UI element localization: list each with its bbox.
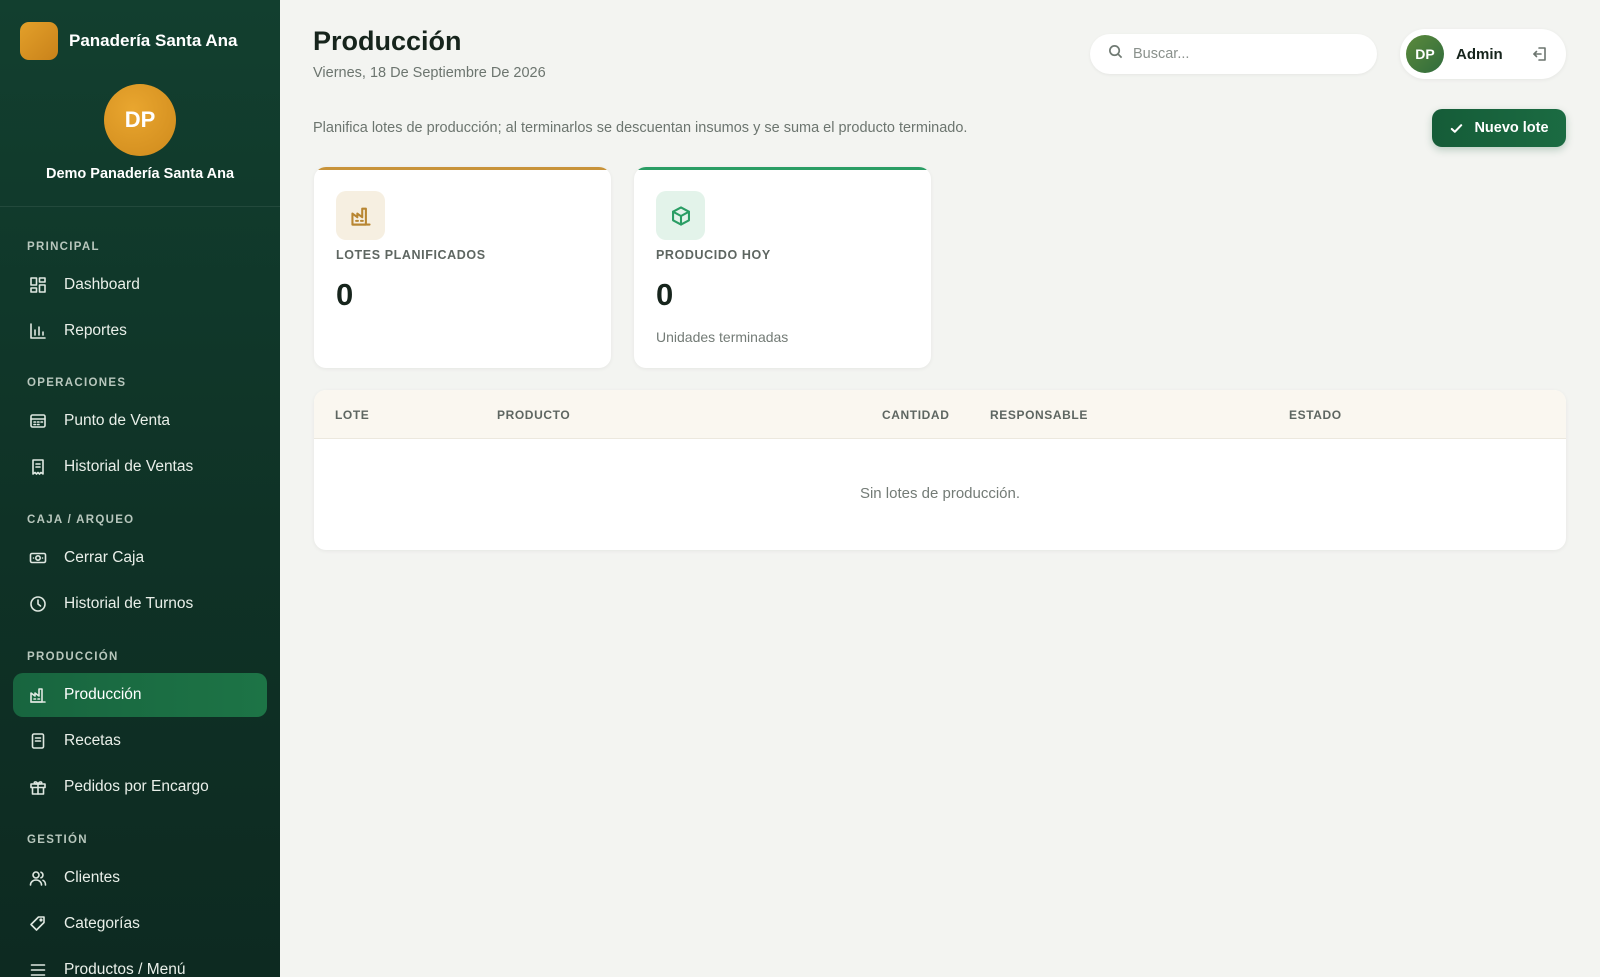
sidebar-item-historial-turnos[interactable]: Historial de Turnos [13,582,267,626]
sidebar-item-categorias[interactable]: Categorías [13,902,267,946]
factory-icon [336,191,385,240]
logout-icon[interactable] [1531,45,1549,63]
brand[interactable]: Panadería Santa Ana [20,22,238,60]
sidebar-item-label: Historial de Turnos [64,595,194,612]
cash-icon [29,549,47,567]
column-header-responsable[interactable]: RESPONSABLE [990,408,1088,422]
sidebar-item-produccion[interactable]: Producción [13,673,267,717]
tag-icon [29,915,47,933]
card-accent [314,167,611,170]
section-caja: CAJA / ARQUEO [27,514,135,526]
column-header-estado[interactable]: ESTADO [1289,408,1342,422]
stat-card-produced-today: PRODUCIDO HOY 0 Unidades terminadas [634,167,931,368]
profile-avatar: DP [104,84,176,156]
empty-state-message: Sin lotes de producción. [859,485,1021,502]
section-produccion: PRODUCCIÓN [27,651,119,663]
users-icon [29,869,47,887]
avatar: DP [1406,35,1444,73]
sidebar-item-label: Historial de Ventas [64,458,194,475]
production-table: LOTE PRODUCTO CANTIDAD RESPONSABLE ESTAD… [314,390,1566,550]
page-date: Viernes, 18 De Septiembre De 2026 [313,65,546,81]
section-operaciones: OPERACIONES [27,377,127,389]
sidebar-item-label: Punto de Venta [64,412,171,429]
sidebar: Panadería Santa Ana DP Demo Panadería Sa… [0,0,280,977]
card-accent [634,167,931,170]
stat-card-planned: LOTES PLANIFICADOS 0 [314,167,611,368]
section-gestion: GESTIÓN [27,834,88,846]
factory-icon [29,686,47,704]
search-input[interactable] [1133,46,1353,62]
stat-label: LOTES PLANIFICADOS [336,248,486,262]
column-header-producto[interactable]: PRODUCTO [497,408,570,422]
clock-icon [29,595,47,613]
sidebar-item-reportes[interactable]: Reportes [13,309,267,353]
user-menu[interactable]: DP Admin [1400,29,1566,79]
user-name: Admin [1456,45,1503,63]
stat-subtitle: Unidades terminadas [656,329,789,345]
sidebar-item-historial-ventas[interactable]: Historial de Ventas [13,445,267,489]
dashboard-icon [29,276,47,294]
sidebar-item-label: Productos / Menú [64,961,186,977]
sidebar-item-productos[interactable]: Productos / Menú [13,948,267,977]
recipe-book-icon [29,732,47,750]
bar-chart-icon [29,322,47,340]
stat-label: PRODUCIDO HOY [656,248,771,262]
receipt-icon [29,458,47,476]
sidebar-item-cerrar-caja[interactable]: Cerrar Caja [13,536,267,580]
search-icon [1108,44,1123,64]
stat-value: 0 [336,277,354,312]
box-icon [656,191,705,240]
page-title: Producción [313,26,462,56]
new-batch-label: Nuevo lote [1474,120,1549,136]
sidebar-item-label: Categorías [64,915,140,932]
sidebar-item-label: Cerrar Caja [64,549,145,566]
sidebar-item-label: Clientes [64,869,120,886]
sidebar-item-pedidos[interactable]: Pedidos por Encargo [13,765,267,809]
sidebar-item-label: Dashboard [64,276,140,293]
brand-name: Panadería Santa Ana [69,31,238,50]
new-batch-button[interactable]: Nuevo lote [1432,109,1566,147]
brand-logo [20,22,58,60]
sidebar-item-recetas[interactable]: Recetas [13,719,267,763]
column-header-lote[interactable]: LOTE [335,408,369,422]
sidebar-item-label: Recetas [64,732,121,749]
stat-value: 0 [656,277,674,312]
gift-icon [29,778,47,796]
page-description: Planifica lotes de producción; al termin… [313,120,968,136]
sidebar-item-punto-de-venta[interactable]: Punto de Venta [13,399,267,443]
section-principal: PRINCIPAL [27,241,100,253]
sidebar-item-label: Producción [64,686,142,703]
profile-name: Demo Panadería Santa Ana [45,166,235,182]
check-icon [1449,121,1474,136]
sidebar-item-clientes[interactable]: Clientes [13,856,267,900]
sidebar-item-dashboard[interactable]: Dashboard [13,263,267,307]
table-header: LOTE PRODUCTO CANTIDAD RESPONSABLE ESTAD… [314,390,1566,439]
sidebar-item-label: Reportes [64,322,127,339]
sidebar-divider [0,206,280,207]
search-bar[interactable] [1090,34,1377,74]
menu-list-icon [29,961,47,977]
register-icon [29,412,47,430]
sidebar-item-label: Pedidos por Encargo [64,778,209,795]
column-header-cantidad[interactable]: CANTIDAD [882,408,949,422]
